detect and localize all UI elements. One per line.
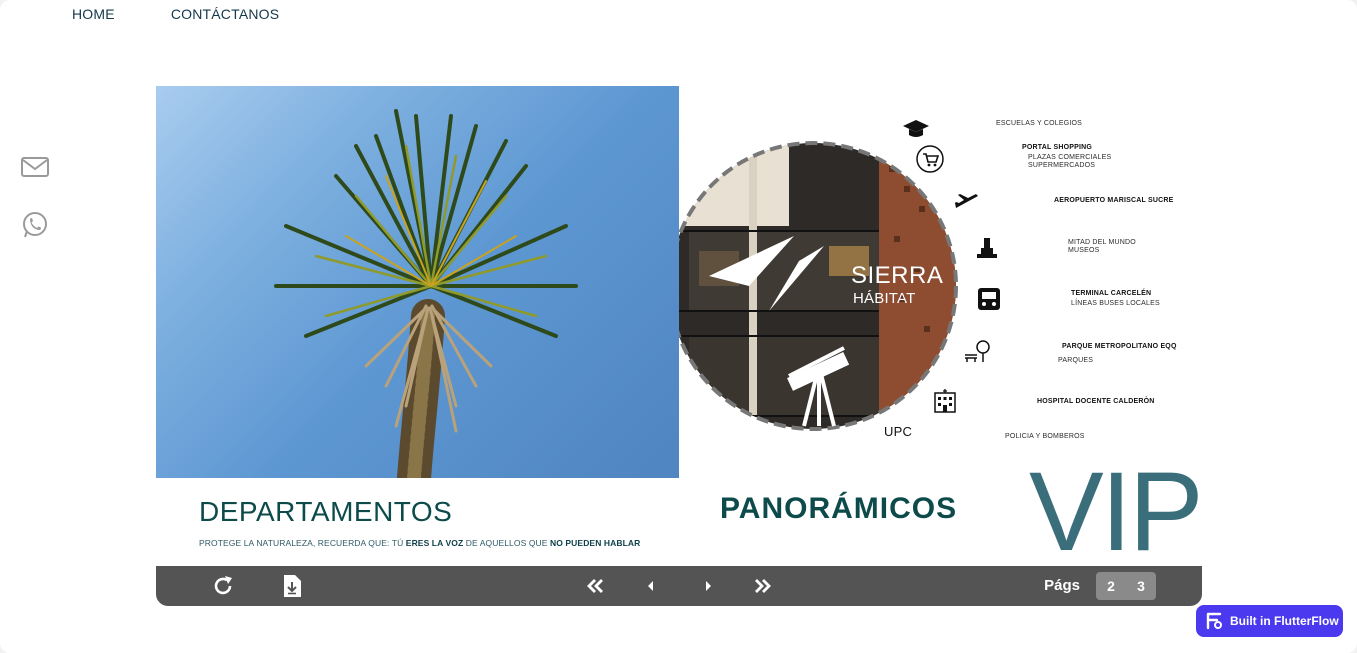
bus-icon	[976, 286, 1002, 312]
monument-icon	[974, 234, 1000, 260]
tagline-part-2: DE AQUELLOS QUE	[463, 538, 550, 548]
mail-icon[interactable]	[20, 152, 50, 182]
poi-parque: PARQUE METROPOLITANO EQQ	[1062, 343, 1177, 350]
top-nav: HOME CONTÁCTANOS	[72, 6, 279, 22]
poi-parques: PARQUES	[1058, 357, 1094, 364]
shopping-cart-icon	[915, 144, 944, 173]
airplane-icon	[954, 190, 980, 216]
download-pdf-icon[interactable]	[280, 574, 304, 598]
graduation-cap-icon	[903, 116, 929, 142]
next-page-icon[interactable]	[696, 574, 720, 598]
location-map: SIERRA HÁBITAT UPC ESCUELAS Y COLEGIOS P…	[679, 86, 1202, 478]
brand-name: SIERRA	[851, 262, 944, 289]
book-page-right[interactable]: SIERRA HÁBITAT UPC ESCUELAS Y COLEGIOS P…	[679, 86, 1202, 566]
nature-tagline: PROTEGE LA NATURALEZA, RECUERDA QUE: TÚ …	[199, 538, 640, 548]
side-contact-icons	[20, 152, 50, 240]
nav-contact-link[interactable]: CONTÁCTANOS	[171, 6, 280, 22]
app-frame: HOME CONTÁCTANOS DEPARTAMENTOS PROTEGE L…	[0, 0, 1357, 653]
vip-title: VIP	[1029, 449, 1202, 567]
page-number-right[interactable]: 3	[1126, 572, 1156, 600]
poi-portal-shopping: PORTAL SHOPPING	[1022, 144, 1093, 151]
nav-home-link[interactable]: HOME	[72, 6, 115, 22]
flutterflow-badge-label: Built in FlutterFlow	[1230, 614, 1339, 628]
flutterflow-logo-icon	[1204, 610, 1224, 633]
poi-airport: AEROPUERTO MARISCAL SUCRE	[1054, 197, 1174, 204]
first-page-icon[interactable]	[583, 574, 607, 598]
panoramicos-title: PANORÁMICOS	[720, 492, 958, 525]
departamentos-title: DEPARTAMENTOS	[199, 496, 453, 527]
last-page-icon[interactable]	[751, 574, 775, 598]
poi-policia: POLICIA Y BOMBEROS	[1005, 433, 1085, 440]
flipbook: DEPARTAMENTOS PROTEGE LA NATURALEZA, REC…	[156, 86, 1202, 606]
tagline-bold-1: ERES LA VOZ	[405, 538, 464, 548]
poi-supermarkets: SUPERMERCADOS	[1028, 162, 1096, 169]
poi-buses: LÍNEAS BUSES LOCALES	[1071, 300, 1160, 307]
flutterflow-badge[interactable]: Built in FlutterFlow	[1196, 605, 1343, 637]
tagline-bold-2: NO PUEDEN HABLAR	[550, 538, 641, 548]
poi-schools: ESCUELAS Y COLEGIOS	[996, 120, 1083, 127]
poi-museos: MUSEOS	[1068, 247, 1100, 254]
hospital-icon	[932, 388, 958, 414]
brand-subtitle: HÁBITAT	[853, 290, 916, 307]
upc-label: UPC	[884, 424, 913, 439]
previous-page-icon[interactable]	[639, 574, 663, 598]
poi-hospital: HOSPITAL DOCENTE CALDERÒN	[1037, 398, 1155, 405]
palm-tree-photo	[156, 86, 679, 495]
pages-label: Págs	[1044, 577, 1080, 594]
refresh-icon[interactable]	[211, 574, 235, 598]
whatsapp-icon[interactable]	[20, 210, 50, 240]
park-icon	[963, 338, 990, 364]
book-page-left[interactable]: DEPARTAMENTOS PROTEGE LA NATURALEZA, REC…	[156, 86, 679, 566]
flipbook-toolbar: Págs 2 3	[156, 566, 1202, 606]
poi-terminal: TERMINAL CARCELÉN	[1071, 290, 1152, 297]
page-number-left[interactable]: 2	[1096, 572, 1126, 600]
tagline-part-1: PROTEGE LA NATURALEZA, RECUERDA QUE: TÚ	[199, 538, 406, 548]
